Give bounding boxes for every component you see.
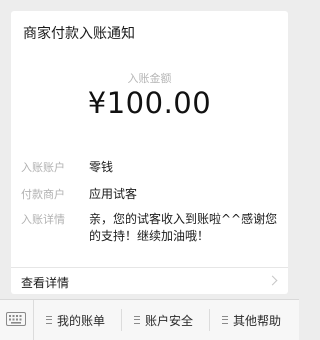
amount-label: 入账金额: [127, 72, 172, 85]
menu-my-bills-button[interactable]: 我的账单: [34, 300, 121, 340]
menu-label: 其他帮助: [233, 314, 282, 328]
menu-label: 账户安全: [145, 314, 194, 328]
field-value: 应用试客: [89, 187, 138, 201]
field-value: 亲，您的试客收入到账啦^^感谢您的支持！继续加油哦！: [89, 212, 278, 243]
menu-label: 我的账单: [57, 314, 106, 328]
bottom-menu-bar: 我的账单 账户安全 其他帮助: [0, 299, 299, 340]
keyboard-toggle-button[interactable]: [0, 300, 34, 340]
view-details-link[interactable]: 查看详情: [11, 268, 288, 294]
field-label: 入账详情: [21, 213, 65, 226]
field-label: 入账账户: [21, 161, 65, 174]
menu-icon: [222, 316, 228, 324]
amount-value: ¥100.00: [87, 86, 212, 120]
notification-title: 商家付款入账通知: [23, 26, 135, 42]
menu-icon: [46, 316, 52, 324]
view-details-label: 查看详情: [21, 276, 70, 290]
keyboard-icon: [6, 312, 26, 326]
field-label: 付款商户: [21, 188, 65, 201]
chevron-right-icon: [267, 275, 278, 286]
notification-card: 商家付款入账通知 入账金额 ¥100.00 入账账户 零钱 付款商户 应用试客 …: [11, 11, 288, 294]
menu-other-help-button[interactable]: 其他帮助: [210, 300, 299, 340]
field-value: 零钱: [89, 160, 114, 174]
menu-account-security-button[interactable]: 账户安全: [122, 300, 209, 340]
menu-icon: [134, 316, 140, 324]
